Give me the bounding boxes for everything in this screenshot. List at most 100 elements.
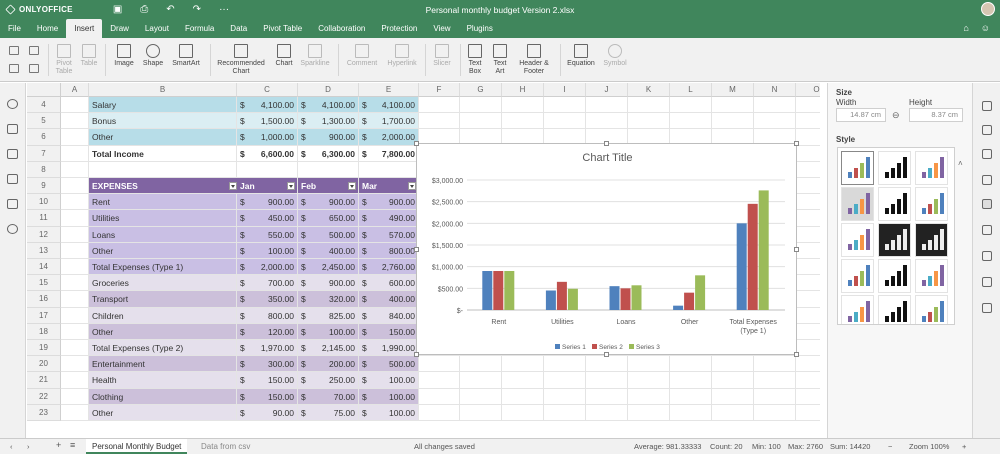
cell[interactable]: [796, 178, 820, 195]
value-cell[interactable]: $7,800.00: [359, 145, 419, 162]
value-cell[interactable]: $1,000.00: [237, 129, 298, 146]
feedback-icon[interactable]: [7, 199, 18, 209]
cell[interactable]: [754, 113, 796, 130]
cell[interactable]: [628, 97, 670, 114]
chart-style-option[interactable]: [878, 223, 911, 257]
cell[interactable]: [796, 324, 820, 340]
cell[interactable]: [712, 404, 754, 421]
hyperlink-button[interactable]: Hyperlink: [384, 44, 420, 68]
cell[interactable]: [754, 404, 796, 421]
smartart-button[interactable]: SmartArt: [170, 44, 202, 68]
cell[interactable]: [796, 291, 820, 308]
value-cell[interactable]: $1,700.00: [359, 113, 419, 130]
cell[interactable]: [628, 388, 670, 405]
cell[interactable]: [61, 145, 89, 162]
row-header[interactable]: 11: [27, 210, 61, 227]
value-cell[interactable]: $900.00: [298, 194, 359, 211]
chart-style-option[interactable]: [841, 295, 874, 324]
cell[interactable]: [796, 405, 820, 421]
value-cell[interactable]: $550.00: [237, 226, 298, 243]
slicer-settings-icon[interactable]: [982, 277, 992, 287]
chart-style-option[interactable]: [915, 151, 948, 185]
cell[interactable]: [796, 162, 820, 178]
cell[interactable]: [628, 113, 670, 130]
value-cell[interactable]: Jan: [237, 178, 298, 195]
row-header[interactable]: 21: [27, 372, 61, 389]
column-header[interactable]: J: [586, 83, 628, 97]
text-art-settings-icon[interactable]: [982, 251, 992, 261]
category-cell[interactable]: Health: [89, 372, 237, 389]
save-icon[interactable]: ▣: [113, 4, 122, 15]
cell[interactable]: [586, 372, 628, 389]
row-header[interactable]: 23: [27, 404, 61, 421]
category-cell[interactable]: Total Expenses (Type 1): [89, 259, 237, 276]
cell[interactable]: [796, 97, 820, 114]
sheet-list-icon[interactable]: ≡: [70, 440, 75, 450]
cell[interactable]: [754, 372, 796, 389]
cell[interactable]: [61, 307, 89, 324]
value-cell[interactable]: $500.00: [359, 356, 419, 373]
value-cell[interactable]: $570.00: [359, 226, 419, 243]
row-header[interactable]: 18: [27, 323, 61, 340]
cell[interactable]: [61, 372, 89, 389]
cell[interactable]: [754, 97, 796, 114]
cell[interactable]: [754, 356, 796, 373]
cell[interactable]: [61, 194, 89, 211]
value-cell[interactable]: Mar: [359, 178, 419, 195]
table-button[interactable]: Table: [78, 44, 100, 68]
cell[interactable]: [502, 113, 544, 130]
sheet-tab-personal-monthly-budget[interactable]: Personal Monthly Budget: [86, 439, 188, 454]
cell[interactable]: [419, 113, 460, 130]
chart-resize-handle[interactable]: [794, 141, 799, 146]
value-cell[interactable]: [359, 161, 419, 178]
row-header[interactable]: 12: [27, 226, 61, 243]
value-cell[interactable]: $90.00: [237, 404, 298, 421]
value-cell[interactable]: $2,450.00: [298, 259, 359, 276]
cell[interactable]: [544, 404, 586, 421]
cell[interactable]: [712, 113, 754, 130]
category-cell[interactable]: Rent: [89, 194, 237, 211]
chart-resize-handle[interactable]: [604, 352, 609, 357]
cell[interactable]: [796, 340, 820, 357]
column-header[interactable]: K: [628, 83, 670, 97]
paste-icon[interactable]: [9, 64, 19, 73]
value-cell[interactable]: $1,990.00: [359, 340, 419, 357]
chat-icon[interactable]: [7, 149, 18, 159]
category-cell[interactable]: Total Income: [89, 145, 237, 162]
category-cell[interactable]: Utilities: [89, 210, 237, 227]
value-cell[interactable]: $800.00: [237, 307, 298, 324]
cell[interactable]: [628, 372, 670, 389]
user-icon[interactable]: ☺: [981, 23, 990, 33]
cell[interactable]: [586, 113, 628, 130]
cell[interactable]: [586, 97, 628, 114]
cell[interactable]: [502, 404, 544, 421]
tab-plugins[interactable]: Plugins: [459, 19, 501, 38]
filter-dropdown-icon[interactable]: [287, 182, 295, 190]
cell[interactable]: [796, 146, 820, 162]
tab-home[interactable]: Home: [29, 19, 66, 38]
value-cell[interactable]: $320.00: [298, 291, 359, 308]
text-box-button[interactable]: Text Box: [464, 44, 486, 76]
row-header[interactable]: 10: [27, 194, 61, 211]
filter-dropdown-icon[interactable]: [408, 182, 416, 190]
value-cell[interactable]: $6,300.00: [298, 145, 359, 162]
cell[interactable]: [460, 97, 502, 114]
image-settings-icon[interactable]: [982, 175, 992, 185]
row-header[interactable]: 17: [27, 307, 61, 324]
cell[interactable]: [796, 372, 820, 389]
tab-layout[interactable]: Layout: [137, 19, 177, 38]
chart-object[interactable]: Chart Title $3,000.00 $2,500.00 $2,000.00 $1…: [414, 141, 799, 357]
value-cell[interactable]: $120.00: [237, 323, 298, 340]
value-cell[interactable]: $1,500.00: [237, 113, 298, 130]
value-cell[interactable]: $1,970.00: [237, 340, 298, 357]
category-cell[interactable]: Bonus: [89, 113, 237, 130]
search-icon[interactable]: [7, 99, 18, 109]
cell[interactable]: [61, 388, 89, 405]
value-cell[interactable]: $900.00: [298, 275, 359, 292]
cell[interactable]: [419, 388, 460, 405]
cell[interactable]: [712, 97, 754, 114]
filter-dropdown-icon[interactable]: [348, 182, 356, 190]
value-cell[interactable]: $100.00: [359, 388, 419, 405]
cell[interactable]: [796, 308, 820, 324]
chart-resize-handle[interactable]: [414, 247, 419, 252]
